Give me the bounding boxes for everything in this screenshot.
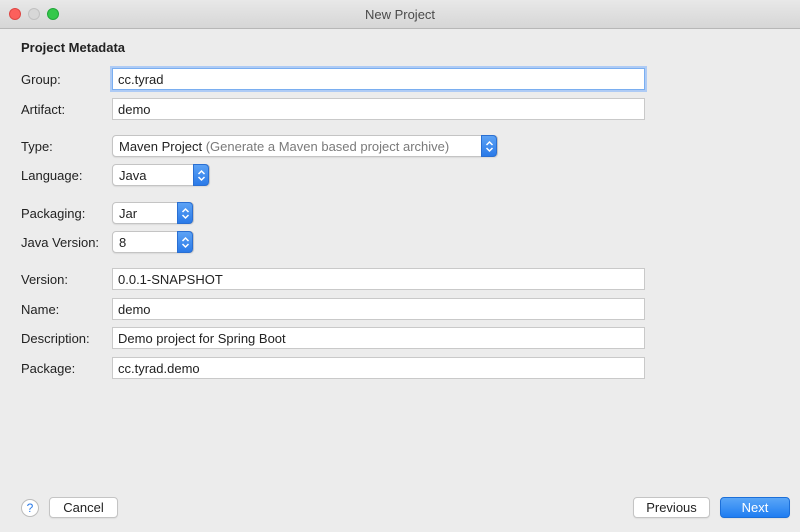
previous-button[interactable]: Previous — [633, 497, 710, 518]
name-label: Name: — [21, 302, 60, 317]
type-select-value: Maven Project (Generate a Maven based pr… — [119, 139, 450, 154]
java-version-select-value: 8 — [119, 235, 127, 250]
next-button[interactable]: Next — [720, 497, 790, 518]
language-label: Language: — [21, 168, 83, 183]
type-label: Type: — [21, 139, 53, 154]
description-input[interactable] — [112, 327, 645, 349]
section-title: Project Metadata — [21, 40, 126, 55]
select-arrows-icon — [177, 202, 193, 224]
select-arrows-icon — [177, 231, 193, 253]
name-input[interactable] — [112, 298, 645, 320]
language-select[interactable]: Java — [112, 164, 210, 186]
group-input[interactable] — [112, 68, 645, 90]
select-arrows-icon — [193, 164, 209, 186]
cancel-button[interactable]: Cancel — [49, 497, 118, 518]
packaging-label: Packaging: — [21, 206, 86, 221]
package-input[interactable] — [112, 357, 645, 379]
packaging-select[interactable]: Jar — [112, 202, 194, 224]
packaging-select-value: Jar — [119, 206, 138, 221]
title-bar: New Project — [0, 0, 800, 29]
description-label: Description: — [21, 331, 90, 346]
java-version-select[interactable]: 8 — [112, 231, 194, 253]
select-arrows-icon — [481, 135, 497, 157]
language-select-value: Java — [119, 168, 147, 183]
type-select-hint: (Generate a Maven based project archive) — [205, 139, 450, 154]
group-label: Group: — [21, 72, 61, 87]
help-button[interactable]: ? — [21, 499, 39, 517]
window-title: New Project — [364, 7, 436, 22]
version-input[interactable] — [112, 268, 645, 290]
version-label: Version: — [21, 272, 68, 287]
new-project-window: New Project Project Metadata Group: Arti… — [0, 0, 800, 532]
package-label: Package: — [21, 361, 76, 376]
artifact-label: Artifact: — [21, 102, 66, 117]
type-select[interactable]: Maven Project (Generate a Maven based pr… — [112, 135, 498, 157]
artifact-input[interactable] — [112, 98, 645, 120]
java-version-label: Java Version: — [21, 235, 100, 250]
